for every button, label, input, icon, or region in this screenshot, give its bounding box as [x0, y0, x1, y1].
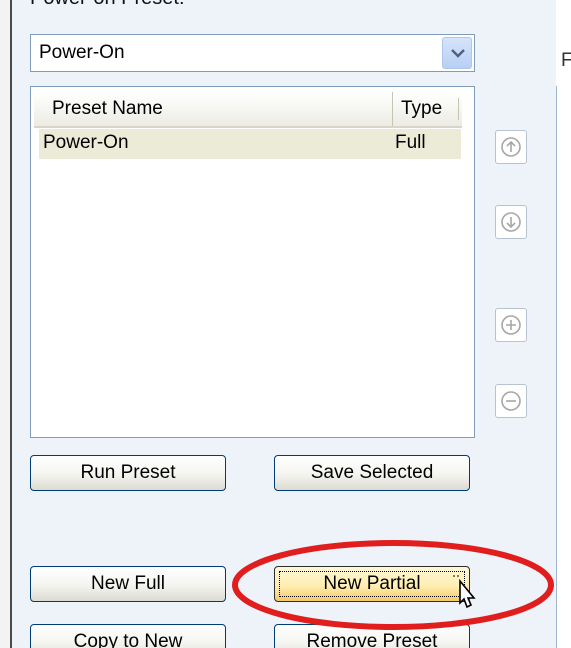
add-preset-button[interactable] — [495, 308, 527, 342]
run-preset-button[interactable]: Run Preset — [30, 455, 226, 491]
combo-dropdown-button[interactable] — [442, 37, 472, 69]
remove-preset-label: Remove Preset — [306, 631, 438, 648]
new-full-label: New Full — [91, 573, 165, 594]
power-on-preset-combo[interactable]: Power-On — [30, 34, 475, 72]
preset-type-cell: Full — [395, 132, 426, 153]
arrow-down-circle-icon — [501, 212, 521, 232]
adjacent-panel-label: F — [561, 50, 571, 71]
preset-name-cell: Power-On — [43, 132, 129, 153]
column-separator — [458, 98, 459, 120]
column-header-label: Type — [401, 98, 443, 119]
column-header-label: Preset Name — [52, 98, 163, 119]
column-header-type[interactable]: Type — [393, 92, 461, 126]
new-partial-button[interactable]: New Partial — [274, 566, 470, 602]
new-partial-label: New Partial — [323, 573, 421, 594]
remove-preset-side-button[interactable] — [495, 384, 527, 418]
run-preset-label: Run Preset — [80, 462, 176, 483]
preset-panel: F Power-on Preset: Power-On Preset Name … — [0, 0, 571, 648]
copy-to-new-label: Copy to New — [73, 631, 183, 648]
window-border — [0, 0, 12, 648]
arrow-up-circle-icon — [501, 137, 521, 157]
plus-circle-icon — [501, 315, 521, 335]
preset-list[interactable]: Preset Name Type Power-On Full — [30, 86, 475, 438]
move-up-button[interactable] — [495, 130, 527, 164]
remove-preset-button[interactable]: Remove Preset — [274, 624, 470, 648]
adjacent-panel — [556, 0, 571, 648]
save-selected-button[interactable]: Save Selected — [274, 455, 470, 491]
chevron-down-icon — [451, 49, 465, 58]
adjacent-panel-border — [556, 86, 557, 648]
list-item[interactable]: Power-On Full — [39, 129, 461, 159]
move-down-button[interactable] — [495, 205, 527, 239]
power-on-preset-label: Power-on Preset: — [30, 0, 185, 10]
copy-to-new-button[interactable]: Copy to New — [30, 624, 226, 648]
minus-circle-icon — [501, 391, 521, 411]
list-header: Preset Name Type — [34, 92, 462, 128]
new-full-button[interactable]: New Full — [30, 566, 226, 602]
column-header-preset-name[interactable]: Preset Name — [34, 92, 393, 126]
save-selected-label: Save Selected — [310, 462, 434, 483]
combo-selected-value: Power-On — [39, 42, 125, 63]
